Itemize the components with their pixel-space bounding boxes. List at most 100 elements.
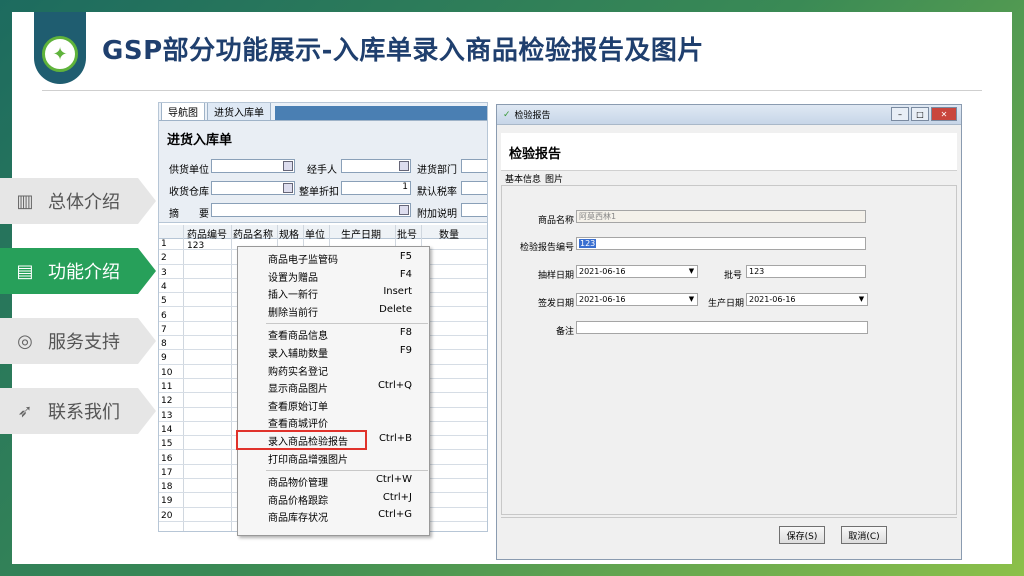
row-number: 7 — [161, 324, 167, 335]
menu-item-shortcut: Ctrl+G — [378, 509, 412, 521]
row-number: 13 — [161, 410, 173, 421]
maximize-icon[interactable]: □ — [911, 107, 929, 121]
row-number: 14 — [161, 424, 173, 435]
row-number: 5 — [161, 296, 167, 307]
browse-icon[interactable] — [399, 205, 409, 215]
menu-item[interactable]: 录入辅助数量 F9 — [268, 345, 428, 361]
tab-bar-fill — [275, 106, 487, 120]
remark-field[interactable] — [576, 321, 868, 334]
browse-icon[interactable] — [283, 161, 293, 171]
lightbulb-icon: ✦ — [42, 36, 78, 72]
row-number: 10 — [161, 367, 173, 378]
menu-item[interactable]: 购药实名登记 — [268, 363, 428, 379]
menu-item[interactable]: 打印商品增强图片 — [268, 451, 428, 467]
row1-code[interactable]: 123 — [187, 241, 204, 251]
tab-purchase-order[interactable]: 进货入库单 — [207, 103, 271, 120]
dropdown-arrow-icon[interactable]: ▼ — [857, 295, 866, 304]
menu-item[interactable]: 查看原始订单 — [268, 398, 428, 414]
discount-field[interactable]: 1 — [341, 181, 411, 195]
menu-item-shortcut: F5 — [399, 251, 412, 262]
menu-item[interactable]: 删除当前行 Delete — [268, 304, 428, 320]
issue-date-picker[interactable]: 2021-06-16 ▼ — [576, 293, 698, 306]
row-number: 15 — [161, 439, 173, 450]
menu-item-shortcut: F8 — [399, 327, 412, 339]
prod-date-value: 2021-06-16 — [749, 295, 796, 304]
row-number: 16 — [161, 453, 173, 464]
row-number: 3 — [161, 267, 167, 278]
nav-label: 服务支持 — [48, 332, 120, 353]
logo-badge: ✦ — [34, 12, 86, 84]
dept-field[interactable] — [461, 159, 487, 173]
grid-header: 药品编号 药品名称 规格 单位 生产日期 批号 数量 — [159, 225, 487, 241]
slide-title: GSP部分功能展示-入库单录入商品检验报告及图片 — [102, 36, 704, 66]
menu-highlight — [236, 430, 367, 450]
row-number: 18 — [161, 482, 173, 493]
browse-icon[interactable] — [399, 161, 409, 171]
minimize-icon[interactable]: – — [891, 107, 909, 121]
handler-label: 经手人 — [307, 165, 337, 176]
dialog-heading: 检验报告 — [509, 147, 562, 162]
tab-navigation[interactable]: 导航图 — [161, 103, 205, 120]
sample-date-value: 2021-06-16 — [579, 267, 626, 276]
tax-label: 默认税率 — [417, 187, 457, 198]
menu-item-label: 显示商品图片 — [268, 384, 328, 396]
dialog-tabs: 基本信息 图片 — [501, 171, 957, 185]
product-name-label: 商品名称 — [537, 216, 574, 226]
save-button[interactable]: 保存(S) — [779, 526, 825, 544]
menu-item-shortcut: F4 — [399, 268, 412, 280]
nav-item-features[interactable]: ▤ 功能介绍 — [0, 248, 156, 294]
report-no-label: 检验报告编号 — [519, 243, 574, 253]
row-number: 17 — [161, 467, 173, 478]
menu-item-label: 插入一新行 — [268, 290, 318, 302]
menu-item[interactable]: 商品物价管理 Ctrl+W — [268, 474, 428, 490]
issue-date-label: 签发日期 — [537, 299, 574, 309]
menu-item-shortcut: Ctrl+Q — [377, 380, 412, 392]
dropdown-arrow-icon[interactable]: ▼ — [687, 267, 696, 276]
browse-icon[interactable] — [283, 183, 293, 193]
cancel-button[interactable]: 取消(C) — [841, 526, 887, 544]
menu-item[interactable]: 商品价格跟踪 Ctrl+J — [268, 492, 428, 508]
report-no-value: 123 — [579, 239, 597, 248]
close-icon[interactable]: ✕ — [931, 107, 957, 121]
sample-date-picker[interactable]: 2021-06-16 ▼ — [576, 265, 698, 278]
row-number: 8 — [161, 339, 167, 350]
menu-item-shortcut: F9 — [399, 345, 412, 356]
tab-images[interactable]: 图片 — [545, 172, 563, 185]
menu-item-shortcut: Ctrl+W — [375, 474, 412, 486]
menu-item[interactable]: 插入一新行 Insert — [268, 286, 428, 302]
prod-date-label: 生产日期 — [707, 299, 744, 309]
window-controls: – □ ✕ — [891, 107, 957, 121]
menu-item[interactable]: 显示商品图片 Ctrl+Q — [268, 380, 428, 396]
menu-item[interactable]: 查看商品信息 F8 — [268, 327, 428, 343]
menu-item[interactable]: 设置为赠品 F4 — [268, 269, 428, 285]
menu-item-shortcut: Delete — [379, 303, 412, 315]
chart-icon: ▥ — [16, 190, 34, 212]
summary-field[interactable] — [211, 203, 411, 217]
send-icon: ➶ — [17, 400, 33, 422]
target-icon: ◎ — [17, 330, 33, 352]
note-field[interactable] — [461, 203, 487, 217]
tax-field[interactable] — [461, 181, 487, 195]
basic-info-panel: 商品名称 阿莫西林1 检验报告编号 123 抽样日期 2021-06-16 ▼ 批… — [501, 185, 957, 515]
report-no-field[interactable]: 123 — [576, 237, 866, 250]
dept-label: 进货部门 — [417, 165, 457, 176]
summary-label: 摘 要 — [169, 209, 209, 220]
menu-item-shortcut: Insert — [383, 286, 412, 298]
nav-item-support[interactable]: ◎ 服务支持 — [0, 318, 156, 364]
menu-item[interactable]: 查看商城评价 — [268, 415, 428, 431]
tab-basic-info[interactable]: 基本信息 — [505, 172, 541, 185]
document-icon: ▤ — [16, 260, 34, 282]
dropdown-arrow-icon[interactable]: ▼ — [687, 295, 696, 304]
menu-item-label: 查看商城评价 — [268, 419, 328, 431]
divider — [42, 90, 982, 91]
form-title: 进货入库单 — [167, 133, 233, 148]
menu-item[interactable]: 商品电子监管码 F5 — [268, 251, 428, 267]
nav-label: 联系我们 — [48, 402, 120, 423]
prod-date-picker[interactable]: 2021-06-16 ▼ — [746, 293, 868, 306]
menu-item-label: 查看商品信息 — [268, 331, 328, 343]
menu-item[interactable]: 商品库存状况 Ctrl+G — [268, 509, 428, 525]
order-form: 进货入库单 供货单位 经手人 进货部门 收货仓库 整单折扣 1 默认税率 摘 要… — [159, 121, 487, 223]
nav-item-overview[interactable]: ▥ 总体介绍 — [0, 178, 156, 224]
nav-item-contact[interactable]: ➶ 联系我们 — [0, 388, 156, 434]
batch-field[interactable]: 123 — [746, 265, 866, 278]
